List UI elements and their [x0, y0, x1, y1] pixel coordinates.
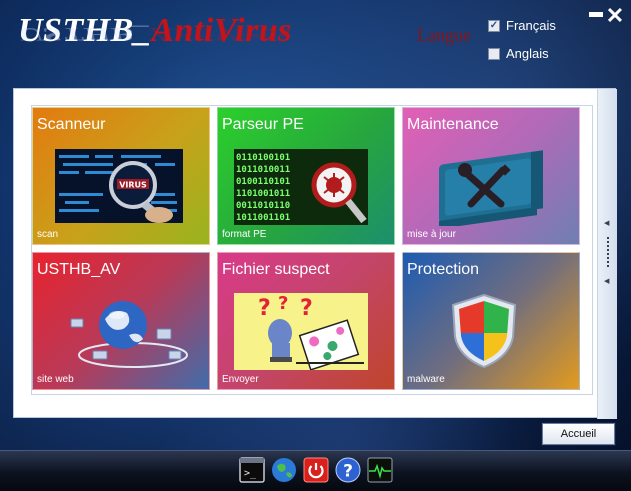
svg-text:?: ? — [258, 296, 271, 321]
tile-subtitle: mise à jour — [407, 229, 456, 240]
language-option-francais[interactable]: ✓ Français — [488, 18, 556, 33]
app-title-reflection: USTHB_AntiVirus — [18, 23, 292, 44]
virus-scan-image: VIRUS — [55, 149, 183, 223]
svg-text:0011010110: 0011010110 — [236, 201, 290, 211]
svg-text:VIRUS: VIRUS — [119, 181, 147, 190]
svg-text:?: ? — [278, 293, 288, 314]
tile-title: Protection — [407, 261, 480, 278]
tile-title: Parseur PE — [222, 116, 304, 133]
tile-subtitle: Envoyer — [222, 374, 259, 385]
language-option-label: Anglais — [506, 46, 549, 61]
tile-usthb-av[interactable]: USTHB_AV site web — [32, 252, 210, 390]
close-icon[interactable]: ✕ — [605, 5, 625, 27]
monitor-pulse-icon[interactable] — [366, 456, 394, 484]
tile-subtitle: malware — [407, 374, 445, 385]
power-icon[interactable] — [302, 456, 330, 484]
terminal-icon[interactable]: >_ — [238, 456, 266, 484]
accueil-button[interactable]: Accueil — [541, 422, 616, 446]
tile-maintenance[interactable]: Maintenance mise à jour — [402, 107, 580, 245]
arrow-left-icon[interactable]: ◀ — [604, 219, 609, 227]
globe-network-image — [53, 289, 193, 375]
tile-subtitle: format PE — [222, 229, 267, 240]
help-icon[interactable]: ? — [334, 456, 362, 484]
main-panel: Scanneur VIRUS scan Parseur PE 011010010… — [13, 88, 617, 419]
svg-text:1011010011: 1011010011 — [236, 165, 290, 175]
svg-text:?: ? — [300, 296, 313, 321]
tile-title: USTHB_AV — [37, 261, 121, 278]
svg-text:1011001101: 1011001101 — [236, 213, 290, 223]
language-option-anglais[interactable]: Anglais — [488, 46, 549, 61]
binary-bug-magnifier-image: 0110100101 1011010011 0100110101 1101001… — [234, 149, 368, 225]
minimize-icon[interactable] — [588, 6, 604, 22]
tile-protection[interactable]: Protection malware — [402, 252, 580, 390]
arrow-left-icon[interactable]: ◀ — [604, 277, 609, 285]
checkbox-checked-icon[interactable]: ✓ — [488, 19, 500, 32]
tile-parseur-pe[interactable]: Parseur PE 0110100101 1011010011 0100110… — [217, 107, 395, 245]
wrench-screwdriver-image — [431, 146, 555, 226]
scroll-grip[interactable] — [607, 237, 609, 269]
puzzled-person-image: ? ? ? — [234, 293, 368, 370]
tile-fichier-suspect[interactable]: Fichier suspect ? ? ? Envoyer — [217, 252, 395, 390]
svg-text:?: ? — [343, 462, 353, 482]
svg-text:1101001011: 1101001011 — [236, 189, 290, 199]
side-scroll-panel[interactable]: ◀ ◀ — [597, 89, 617, 419]
tile-subtitle: site web — [37, 374, 74, 385]
language-option-label: Français — [506, 18, 556, 33]
svg-text:>_: >_ — [244, 468, 257, 479]
tile-title: Fichier suspect — [222, 261, 330, 278]
bottom-taskbar: >_ ? — [0, 450, 631, 491]
checkbox-unchecked-icon[interactable] — [488, 47, 500, 60]
tile-title: Scanneur — [37, 116, 106, 133]
tile-subtitle: scan — [37, 229, 59, 240]
tile-title: Maintenance — [407, 116, 499, 133]
language-label: Langue — [417, 25, 471, 45]
tile-scanneur[interactable]: Scanneur VIRUS scan — [32, 107, 210, 245]
globe-icon[interactable] — [270, 456, 298, 484]
shield-image — [447, 291, 521, 371]
svg-text:0110100101: 0110100101 — [236, 153, 290, 163]
svg-text:0100110101: 0100110101 — [236, 177, 290, 187]
